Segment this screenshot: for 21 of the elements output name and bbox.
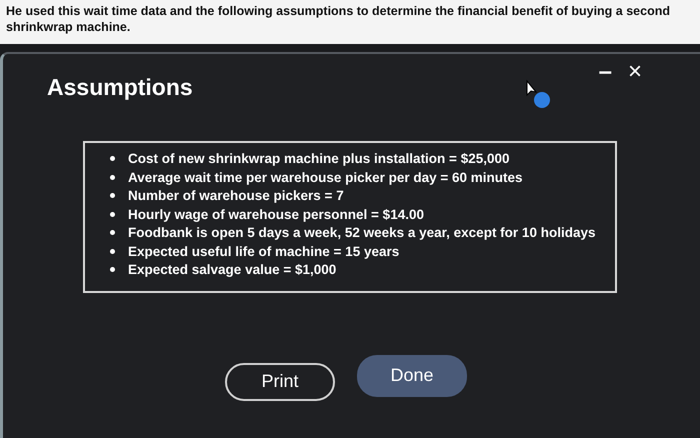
assumption-text: Average wait time per warehouse picker per day = 60 minutes — [128, 170, 523, 184]
bullet-icon — [110, 193, 115, 198]
assumption-text: Expected useful life of machine = 15 years — [128, 244, 400, 258]
cursor-icon — [525, 79, 551, 109]
intro-text: He used this wait time data and the following assumptions to determine the financial benefit of buying a second shrinkwrap machine. — [6, 3, 671, 35]
bullet-icon — [110, 230, 115, 235]
bullet-icon — [110, 248, 115, 254]
print-button[interactable]: Print — [225, 362, 335, 400]
assumption-text: Hourly wage of warehouse personnel = $14.00 — [128, 206, 424, 222]
bullet-icon — [110, 267, 115, 272]
assumption-text: Expected salvage value = $1,000 — [128, 262, 336, 277]
dialog-title: Assumptions — [47, 74, 193, 101]
bullet-icon — [110, 212, 115, 216]
assumption-text: Foodbank is open 5 days a week, 52 weeks a year, except for 10 holidays — [128, 225, 596, 240]
bullet-icon — [110, 174, 115, 180]
close-button[interactable]: × — [628, 60, 642, 84]
assumption-text: Cost of new shrinkwrap machine plus installation = $25,000 — [128, 151, 510, 166]
minimize-button[interactable]: – — [598, 60, 612, 84]
bullet-icon — [110, 156, 115, 161]
done-button[interactable]: Done — [357, 354, 467, 396]
assumption-text: Number of warehouse pickers = 7 — [128, 188, 344, 203]
